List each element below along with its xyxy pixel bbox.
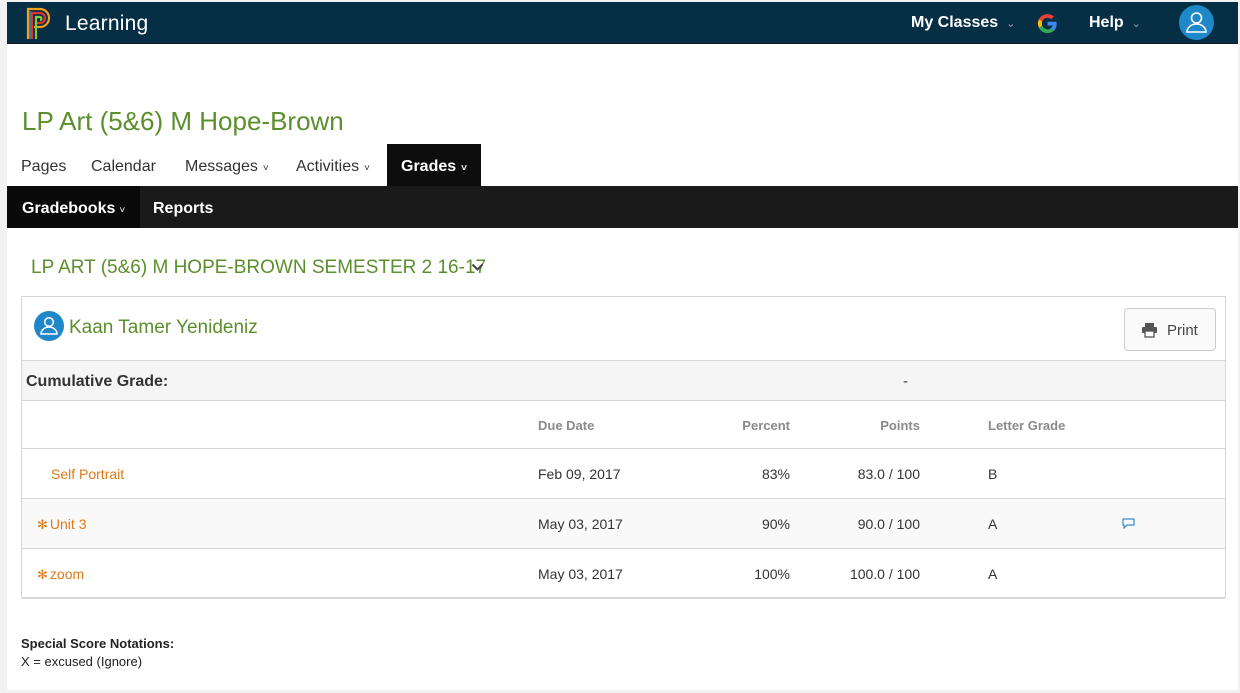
- assignment-link[interactable]: Unit 3: [50, 516, 87, 532]
- gradebook-selector[interactable]: LP ART (5&6) M HOPE-BROWN SEMESTER 2 16-…: [31, 257, 486, 279]
- assignment-link[interactable]: Self Portrait: [51, 466, 124, 482]
- help-menu[interactable]: Help ⌄: [1089, 14, 1141, 32]
- user-icon: [40, 316, 58, 335]
- course-nav-tabs: Pages Calendar Messages ˅ Activities ˅ Gra…: [7, 144, 1238, 186]
- student-header: Kaan Tamer Yenideniz Print: [22, 297, 1225, 361]
- tab-pages-label: Pages: [21, 158, 67, 175]
- percent: 100%: [754, 566, 790, 582]
- due-date: May 03, 2017: [538, 516, 623, 532]
- chevron-down-icon: ˅: [364, 163, 370, 174]
- tab-calendar-label: Calendar: [91, 158, 156, 175]
- assignment-link[interactable]: zoom: [50, 566, 84, 582]
- help-label: Help: [1089, 14, 1124, 31]
- points: 90.0 / 100: [857, 516, 920, 532]
- app-frame: Learning My Classes ⌄ Help ⌄ LP Art (5&6) …: [7, 2, 1238, 690]
- student-name[interactable]: Kaan Tamer Yenideniz: [69, 317, 258, 339]
- student-avatar: [34, 311, 64, 341]
- google-icon[interactable]: [1036, 12, 1059, 35]
- reports-link[interactable]: Reports: [138, 186, 228, 228]
- tab-messages[interactable]: Messages ˅: [185, 144, 269, 186]
- reports-label: Reports: [153, 200, 214, 217]
- user-avatar[interactable]: [1179, 5, 1214, 40]
- powerschool-logo-icon[interactable]: [25, 6, 53, 40]
- cumulative-grade-label: Cumulative Grade:: [26, 373, 169, 390]
- points: 83.0 / 100: [857, 466, 920, 482]
- chevron-down-icon: ⌄: [1131, 18, 1141, 30]
- header-letter-grade: Letter Grade: [988, 418, 1066, 433]
- notation-excused: X = excused (Ignore): [21, 654, 143, 669]
- tab-messages-label: Messages: [185, 158, 258, 175]
- grades-subnav: Gradebooks ˅ Reports: [7, 186, 1238, 228]
- percent: 90%: [761, 516, 790, 532]
- table-row: ✻ zoom May 03, 2017 100% 100.0 / 100 A: [22, 549, 1225, 599]
- brand-name: Learning: [65, 12, 149, 35]
- table-row: ✻ Unit 3 May 03, 2017 90% 90.0 / 100 A: [22, 499, 1225, 549]
- letter-grade: B: [988, 466, 998, 482]
- chevron-down-icon: ˅: [262, 163, 269, 174]
- chevron-down-icon: ⌄: [1006, 18, 1016, 30]
- cumulative-grade-row: Cumulative Grade: -: [22, 361, 1225, 401]
- asterisk-icon: ✻: [37, 567, 48, 582]
- tab-activities-label: Activities: [296, 158, 360, 175]
- cumulative-grade-value: -: [903, 373, 908, 390]
- chevron-down-icon: ˅: [461, 163, 467, 174]
- letter-grade: A: [988, 516, 998, 532]
- table-row: Self Portrait Feb 09, 2017 83% 83.0 / 10…: [22, 449, 1225, 499]
- chevron-down-icon[interactable]: [471, 260, 484, 275]
- due-date: Feb 09, 2017: [538, 466, 621, 482]
- table-header: Due Date Percent Points Letter Grade: [22, 401, 1225, 449]
- header-points: Points: [880, 418, 920, 433]
- printer-icon: [1142, 323, 1157, 338]
- special-score-notations: Special Score Notations: X = excused (Ig…: [21, 635, 174, 671]
- header-due-date: Due Date: [538, 418, 595, 433]
- my-classes-menu[interactable]: My Classes ⌄: [911, 14, 1015, 32]
- tab-calendar[interactable]: Calendar: [91, 144, 156, 186]
- student-grades-panel: Kaan Tamer Yenideniz Print Cumulative Gr…: [21, 296, 1226, 599]
- points: 100.0 / 100: [849, 566, 920, 582]
- gradebooks-label: Gradebooks: [22, 200, 116, 217]
- my-classes-label: My Classes: [911, 14, 999, 31]
- tab-pages[interactable]: Pages: [21, 144, 66, 186]
- chevron-down-icon: ˅: [119, 205, 126, 216]
- header-percent: Percent: [742, 418, 790, 433]
- asterisk-icon: ✻: [37, 517, 48, 532]
- percent: 83%: [761, 466, 790, 482]
- top-bar: Learning My Classes ⌄ Help ⌄: [7, 2, 1238, 44]
- print-button[interactable]: Print: [1124, 308, 1216, 351]
- assignment-cell: ✻ Unit 3: [37, 516, 86, 533]
- assignment-cell: ✻ zoom: [37, 566, 84, 583]
- notations-title: Special Score Notations:: [21, 636, 175, 651]
- gradebooks-menu[interactable]: Gradebooks ˅: [7, 186, 141, 228]
- comment-icon[interactable]: [1122, 518, 1135, 529]
- course-title: LP Art (5&6) M Hope-Brown: [22, 106, 344, 136]
- tab-activities[interactable]: Activities ˅: [296, 144, 370, 186]
- due-date: May 03, 2017: [538, 566, 623, 582]
- user-icon: [1186, 12, 1207, 33]
- tab-grades[interactable]: Grades ˅: [387, 144, 481, 186]
- print-label: Print: [1167, 322, 1198, 339]
- letter-grade: A: [988, 566, 998, 582]
- tab-grades-label: Grades: [401, 158, 457, 175]
